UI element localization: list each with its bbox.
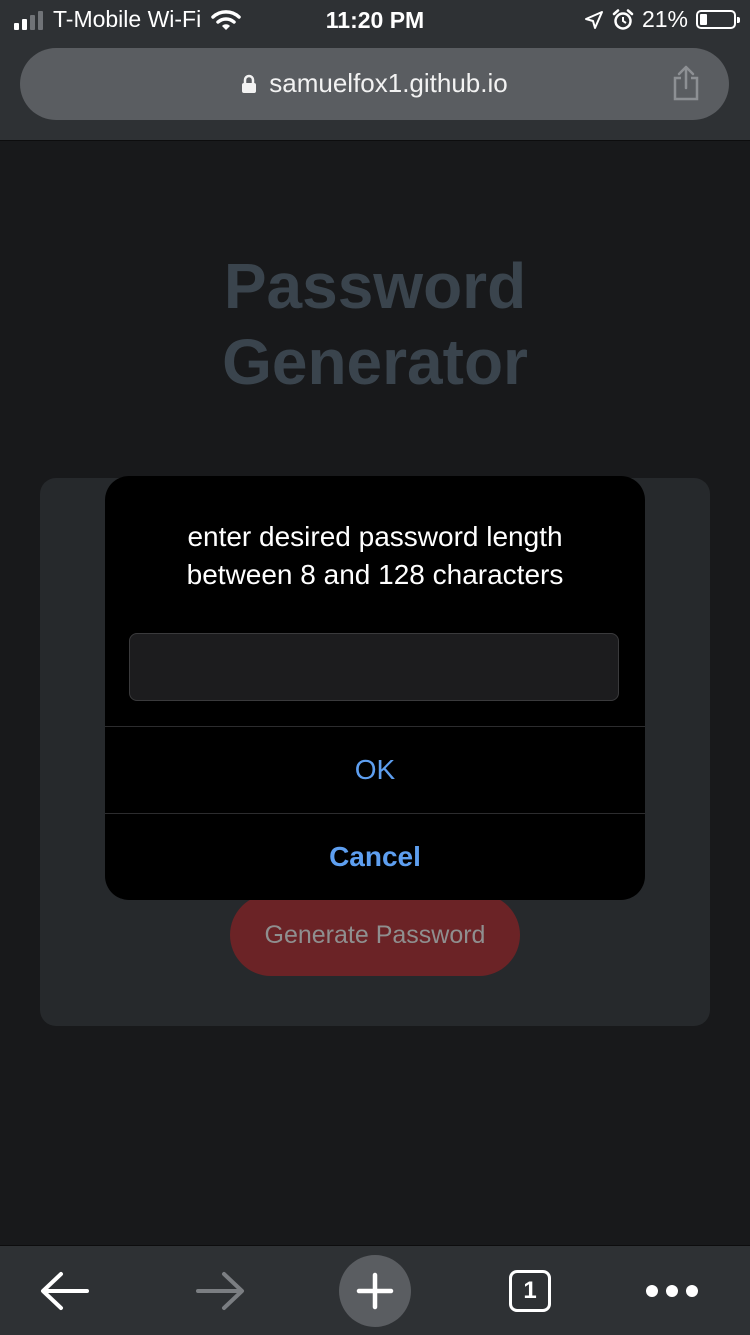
- share-icon[interactable]: [671, 64, 701, 102]
- ok-button[interactable]: OK: [105, 727, 645, 813]
- dialog-message-line1: enter desired password length: [187, 521, 563, 552]
- more-icon: [646, 1284, 698, 1297]
- battery-icon: [696, 10, 740, 29]
- forward-arrow-icon: [196, 1271, 244, 1310]
- back-arrow-icon: [41, 1271, 89, 1310]
- back-button[interactable]: [20, 1246, 110, 1335]
- new-tab-button[interactable]: [330, 1246, 420, 1335]
- new-tab-circle: [339, 1254, 411, 1327]
- browser-top-chrome: T-Mobile Wi-Fi 11:20 PM 21% samuelfox1.g…: [0, 0, 750, 141]
- page-title-line2: Generator: [222, 326, 528, 398]
- forward-button[interactable]: [175, 1246, 265, 1335]
- status-bar: T-Mobile Wi-Fi 11:20 PM 21%: [0, 0, 750, 40]
- lock-icon: [242, 74, 257, 93]
- tabs-icon: 1: [509, 1269, 551, 1312]
- alarm-icon: [612, 8, 634, 30]
- status-right: 21%: [584, 6, 740, 33]
- dialog-message: enter desired password length between 8 …: [125, 518, 625, 594]
- battery-percent: 21%: [641, 6, 688, 32]
- tabs-button[interactable]: 1: [485, 1246, 575, 1335]
- browser-toolbar: 1: [0, 1245, 750, 1335]
- prompt-dialog: enter desired password length between 8 …: [105, 476, 645, 900]
- page-title-line1: Password: [223, 250, 527, 322]
- password-length-input[interactable]: [129, 633, 619, 701]
- generate-password-button[interactable]: Generate Password: [230, 894, 520, 976]
- page-title: Password Generator: [0, 248, 750, 400]
- url-text: samuelfox1.github.io: [269, 68, 508, 98]
- address-url[interactable]: samuelfox1.github.io: [20, 68, 729, 99]
- more-button[interactable]: [627, 1246, 717, 1335]
- dialog-message-line2: between 8 and 128 characters: [186, 559, 564, 590]
- address-bar[interactable]: samuelfox1.github.io: [20, 48, 729, 120]
- location-arrow-icon: [584, 10, 603, 29]
- new-tab-plus-icon: [356, 1272, 394, 1309]
- cancel-button[interactable]: Cancel: [105, 814, 645, 900]
